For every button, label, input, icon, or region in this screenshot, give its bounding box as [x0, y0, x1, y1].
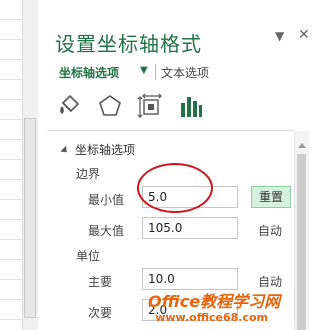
watermark-line2: www.office68.com	[155, 311, 268, 324]
tab-text-options[interactable]: 文本选项	[161, 64, 209, 81]
category-icons	[57, 93, 202, 119]
size-properties-icon[interactable]	[137, 93, 163, 119]
minor-label: 次要	[88, 306, 113, 320]
sheet-scroll-thumb[interactable]	[24, 118, 36, 318]
annotation-circle	[137, 163, 213, 213]
reset-button[interactable]: 重置	[251, 186, 291, 208]
section-title: 坐标轴选项	[75, 143, 136, 157]
max-label: 最大值	[88, 224, 125, 238]
collapse-triangle-icon[interactable]	[60, 145, 70, 156]
sheet-grid	[0, 0, 22, 330]
spreadsheet-strip	[0, 0, 48, 330]
tab-caret-icon[interactable]: ▼	[140, 65, 148, 76]
watermark-line1: Office教程学习网	[148, 292, 281, 311]
major-unit-input[interactable]	[142, 268, 238, 290]
major-label: 主要	[88, 275, 113, 289]
pane-scroll-thumb[interactable]	[297, 154, 306, 330]
max-value-input[interactable]	[142, 217, 238, 239]
close-icon[interactable]: ✕	[298, 27, 310, 43]
tab-axis-options[interactable]: 坐标轴选项	[59, 64, 119, 81]
watermark: Office教程学习网 www.office68.com	[148, 292, 281, 325]
pane-title: 设置坐标轴格式	[55, 32, 202, 56]
scroll-up-icon[interactable]	[298, 143, 306, 148]
bounds-label: 边界	[76, 167, 101, 181]
units-label: 单位	[76, 249, 101, 263]
divider	[47, 130, 294, 131]
major-auto-label: 自动	[258, 275, 283, 289]
bar-chart-axis-options-icon[interactable]	[177, 93, 203, 119]
pentagon-effects-icon[interactable]	[97, 93, 123, 119]
format-axis-pane: ▼ ✕ 设置坐标轴格式 坐标轴选项 ▼ 文本选项 坐标轴选项 边界 最小值 5.…	[47, 0, 320, 330]
section-header[interactable]: 坐标轴选项	[60, 141, 136, 158]
max-auto-label: 自动	[258, 224, 283, 238]
pane-scrollbar[interactable]	[294, 131, 309, 330]
min-label: 最小值	[88, 193, 125, 207]
fill-bucket-icon[interactable]	[57, 93, 83, 119]
chevron-down-icon[interactable]: ▼	[275, 29, 284, 43]
